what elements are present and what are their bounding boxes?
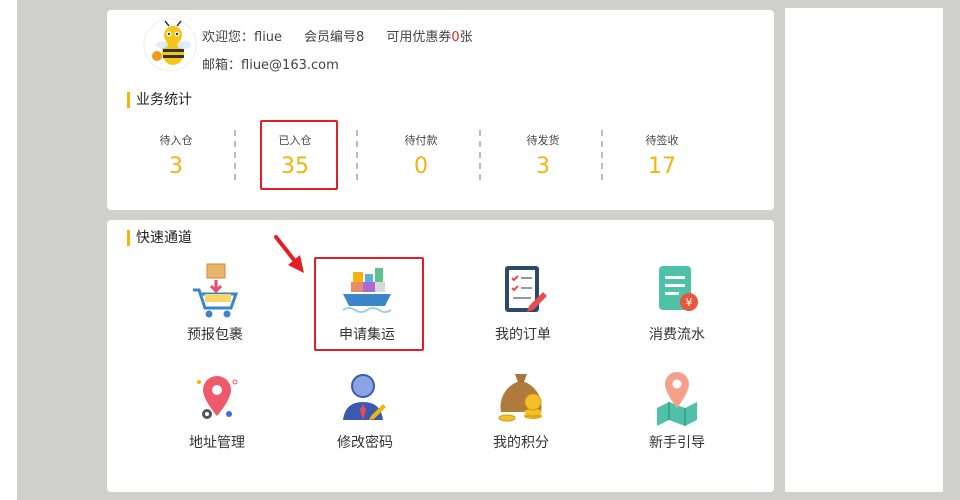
in-warehouse-highlight-box — [260, 120, 338, 190]
money-bag-coins-icon — [498, 374, 542, 422]
stat-divider — [479, 130, 481, 180]
tile-beginner-guide[interactable]: 新手引导 — [617, 368, 737, 452]
stat-pending-warehouse[interactable]: 待入仓 3 — [115, 128, 237, 179]
quick-access-card: 快速通道 预报包裹 申请集运 我的订单 ¥ 消费流水 地址管理 修改密码 我的积… — [107, 220, 774, 492]
member-number: 会员编号8 — [304, 30, 365, 45]
apply-consolidation-highlight-box — [314, 257, 424, 351]
stat-divider — [356, 130, 358, 180]
stat-label: 待签收 — [645, 134, 679, 147]
tile-label: 消费流水 — [649, 327, 705, 343]
tile-label: 预报包裹 — [187, 327, 243, 343]
welcome-line: 欢迎您：fliue 会员编号8 可用优惠券0张 — [202, 26, 473, 45]
tile-label: 新手引导 — [649, 435, 705, 451]
tile-my-orders[interactable]: 我的订单 — [463, 260, 583, 344]
quick-section-title: 快速通道 — [127, 230, 192, 246]
cart-package-icon — [193, 263, 239, 318]
stats-row: 待入仓 3 已入仓 35 待付款 0 待发货 3 待签收 17 — [127, 128, 757, 188]
email-label: 邮箱： — [202, 58, 242, 73]
right-panel — [785, 8, 943, 492]
user-pencil-icon — [343, 374, 386, 420]
stat-value: 3 — [169, 154, 183, 179]
clipboard-order-icon — [505, 266, 547, 312]
stat-label: 待入仓 — [159, 134, 193, 147]
location-pin-gear-icon — [197, 376, 238, 419]
email-value: fliue@163.com — [241, 58, 339, 73]
tile-address-management[interactable]: 地址管理 — [157, 368, 277, 452]
svg-text:¥: ¥ — [686, 296, 693, 309]
coupon-count[interactable]: 0 — [451, 30, 459, 45]
coupon-suffix: 张 — [459, 30, 473, 45]
stat-value: 3 — [536, 154, 550, 179]
coupon-prefix: 可用优惠券 — [386, 30, 452, 45]
tile-label: 我的订单 — [495, 327, 551, 343]
tile-label: 地址管理 — [189, 435, 245, 451]
tile-my-points[interactable]: 我的积分 — [461, 368, 581, 452]
email-line: 邮箱：fliue@163.com — [202, 54, 339, 73]
bee-avatar-icon — [143, 18, 197, 72]
stat-pending-shipment[interactable]: 待发货 3 — [482, 128, 604, 179]
stat-label: 待发货 — [526, 134, 560, 147]
tile-label: 我的积分 — [493, 435, 549, 451]
left-gutter — [0, 0, 17, 500]
stats-section-title: 业务统计 — [127, 92, 192, 108]
map-pin-guide-icon — [657, 372, 697, 426]
stat-value: 17 — [648, 154, 676, 179]
receipt-yen-icon: ¥ — [659, 266, 698, 311]
stat-value: 0 — [414, 154, 428, 179]
user-stats-card: 欢迎您：fliue 会员编号8 可用优惠券0张 邮箱：fliue@163.com 业… — [107, 10, 774, 210]
stat-label: 待付款 — [404, 134, 438, 147]
tile-consumption-records[interactable]: ¥ 消费流水 — [617, 260, 737, 344]
red-arrow-annotation-icon — [274, 235, 304, 273]
tile-label: 修改密码 — [337, 435, 393, 451]
welcome-text: 欢迎您：fliue — [202, 30, 283, 45]
stat-pending-payment[interactable]: 待付款 0 — [360, 128, 482, 179]
tile-forecast-package[interactable]: 预报包裹 — [155, 260, 275, 344]
stat-pending-receipt[interactable]: 待签收 17 — [601, 128, 723, 179]
tile-change-password[interactable]: 修改密码 — [305, 368, 425, 452]
